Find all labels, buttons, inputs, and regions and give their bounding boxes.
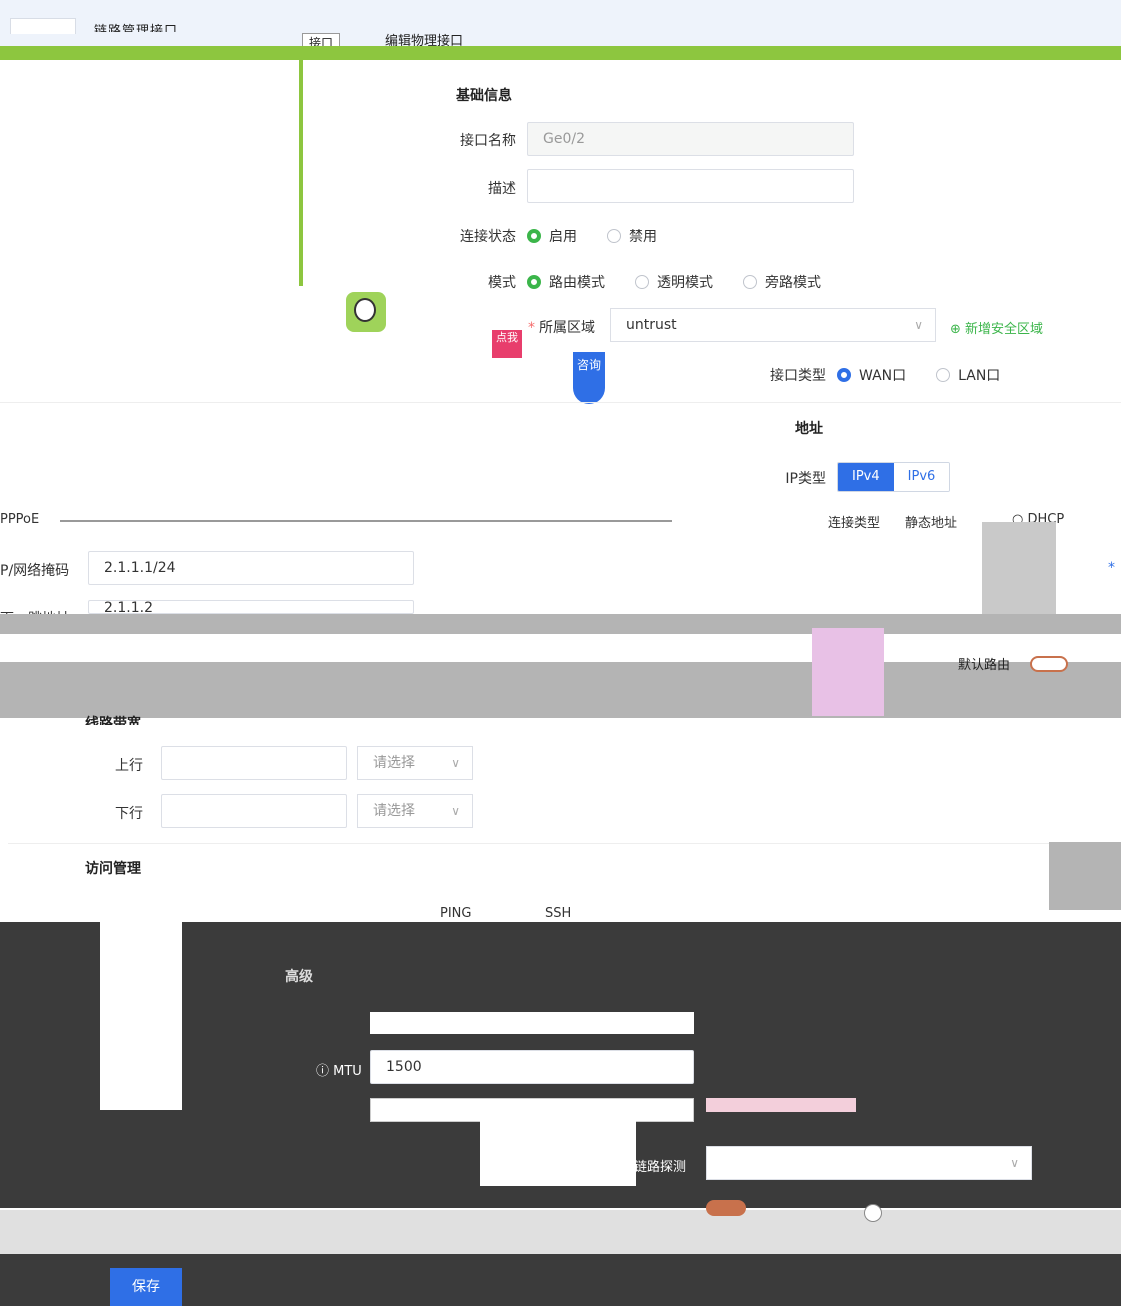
conn-disable-label: 禁用 xyxy=(629,229,657,245)
radio-unchecked-icon xyxy=(743,275,757,289)
mtu-field[interactable]: 1500 xyxy=(370,1050,694,1084)
glitch-dark-area xyxy=(0,1186,1121,1208)
default-route-toggle[interactable] xyxy=(1030,656,1068,672)
zone-select[interactable]: untrust ∨ xyxy=(610,308,936,342)
glitch-grey-band xyxy=(0,1210,640,1254)
ipmask-label: P/网络掩码 xyxy=(0,563,70,579)
name-label: 接口名称 xyxy=(460,133,516,149)
highlight-vline xyxy=(299,46,303,286)
zone-label: * 所属区域 xyxy=(528,320,595,336)
radio-unchecked-icon xyxy=(635,275,649,289)
upstream-label: 上行 xyxy=(115,758,143,774)
ssh-option[interactable]: SSH xyxy=(545,906,571,922)
select-placeholder: 请选择 xyxy=(373,803,415,819)
mode-label: 模式 xyxy=(488,275,516,291)
mode-transparent-radio[interactable]: 透明模式 xyxy=(635,272,713,292)
static-address-option[interactable]: 静态地址 xyxy=(905,512,957,531)
glitch-dark-area xyxy=(0,1122,480,1186)
iftype-lan-label: LAN口 xyxy=(958,368,1001,384)
glitch-white-column xyxy=(100,910,182,1110)
glitch-field xyxy=(370,1012,694,1034)
ipv6-tab[interactable]: IPv6 xyxy=(893,463,950,491)
downstream-input[interactable] xyxy=(161,794,347,828)
chevron-down-icon: ∨ xyxy=(914,318,923,332)
iftype-radio-group: WAN口 LAN口 xyxy=(837,365,1000,385)
nexthop-field[interactable]: 2.1.1.2 xyxy=(88,600,414,614)
divider xyxy=(0,402,1121,403)
mode-route-label: 路由模式 xyxy=(549,275,605,291)
mode-transparent-label: 透明模式 xyxy=(657,275,713,291)
chevron-down-icon: ∨ xyxy=(451,804,460,818)
conn-type-label: 连接类型 xyxy=(828,516,881,531)
radio-checked-icon xyxy=(837,368,851,382)
divider xyxy=(8,843,1049,844)
mtu-label: ⓘ MTU xyxy=(316,1064,362,1079)
section-access-title: 访问管理 xyxy=(85,861,141,877)
mode-route-radio[interactable]: 路由模式 xyxy=(527,272,605,292)
downstream-unit-select[interactable]: 请选择 ∨ xyxy=(357,794,473,828)
mode-bypass-label: 旁路模式 xyxy=(765,275,821,291)
save-button[interactable]: 保存 xyxy=(110,1268,182,1306)
consult-float-button[interactable]: 咨询 xyxy=(573,352,605,404)
highlight-bar xyxy=(0,46,1121,60)
mode-radio-group: 路由模式 透明模式 旁路模式 xyxy=(527,272,821,292)
upstream-unit-select[interactable]: 请选择 ∨ xyxy=(357,746,473,780)
pppoe-option[interactable]: PPPoE xyxy=(0,512,39,527)
ipv4-tab[interactable]: IPv4 xyxy=(838,463,894,491)
glitch-band xyxy=(0,662,1121,718)
iftype-label: 接口类型 xyxy=(770,368,826,384)
conn-disable-radio[interactable]: 禁用 xyxy=(607,226,657,246)
tab-home[interactable] xyxy=(10,18,76,34)
section-bandwidth-title: 线路带宽 xyxy=(85,716,141,725)
upstream-input[interactable] xyxy=(161,746,347,780)
required-mark: * xyxy=(1108,560,1115,576)
desc-label: 描述 xyxy=(488,181,516,197)
ipmask-field[interactable]: 2.1.1.1/24 xyxy=(88,551,414,585)
iftype-lan-radio[interactable]: LAN口 xyxy=(936,365,1000,385)
glitch-band xyxy=(0,614,1121,634)
info-icon: ⓘ xyxy=(316,1064,334,1079)
glitch-line xyxy=(60,520,672,522)
iftype-wan-label: WAN口 xyxy=(859,368,907,384)
radio-unchecked-icon xyxy=(936,368,951,382)
mode-bypass-radio[interactable]: 旁路模式 xyxy=(743,272,821,292)
glitch-block xyxy=(1049,842,1121,910)
glitch-band-white xyxy=(0,634,1121,662)
zone-select-value: untrust xyxy=(626,317,677,333)
glitch-pink-block xyxy=(812,628,884,716)
conn-state-label: 连接状态 xyxy=(460,229,516,245)
glitch-block xyxy=(982,522,1056,614)
section-address-title: 地址 xyxy=(795,421,823,437)
conn-enable-label: 启用 xyxy=(549,229,577,245)
select-placeholder: 请选择 xyxy=(373,755,415,771)
iftype-wan-radio[interactable]: WAN口 xyxy=(837,365,906,385)
default-route-label: 默认路由 xyxy=(958,658,1011,673)
conn-enable-radio[interactable]: 启用 xyxy=(527,226,577,246)
section-basic-title: 基础信息 xyxy=(456,88,512,104)
probe-label: 链路探测 xyxy=(634,1160,687,1175)
interface-name-field[interactable]: Ge0/2 xyxy=(527,122,854,156)
probe-toggle[interactable] xyxy=(706,1200,746,1216)
section-advanced-title: 高级 xyxy=(285,969,313,985)
ping-option[interactable]: PING xyxy=(440,906,471,922)
chevron-down-icon: ∨ xyxy=(1010,1156,1019,1170)
iptype-segmented: IPv4 IPv6 xyxy=(837,462,951,492)
radio-checked-icon xyxy=(527,275,541,289)
downstream-label: 下行 xyxy=(115,806,143,822)
tab-link-management[interactable]: 链路管理接口 xyxy=(94,20,178,32)
probe-select[interactable]: ∨ xyxy=(706,1146,1032,1180)
conn-state-radio-group: 启用 禁用 xyxy=(527,226,657,246)
plus-circle-icon: ⊕ xyxy=(950,322,966,337)
toggle-knob xyxy=(864,1204,882,1222)
new-zone-link[interactable]: ⊕ 新增安全区域 xyxy=(950,318,1043,337)
radio-checked-icon xyxy=(527,229,541,243)
radio-unchecked-icon xyxy=(607,229,621,243)
chevron-down-icon: ∨ xyxy=(451,756,460,770)
glitch-pink-strip xyxy=(706,1098,856,1112)
help-float-button[interactable]: 点我 xyxy=(492,330,522,358)
iptype-label: IP类型 xyxy=(785,471,826,487)
mascot-face-icon xyxy=(354,298,376,322)
description-field[interactable] xyxy=(527,169,854,203)
